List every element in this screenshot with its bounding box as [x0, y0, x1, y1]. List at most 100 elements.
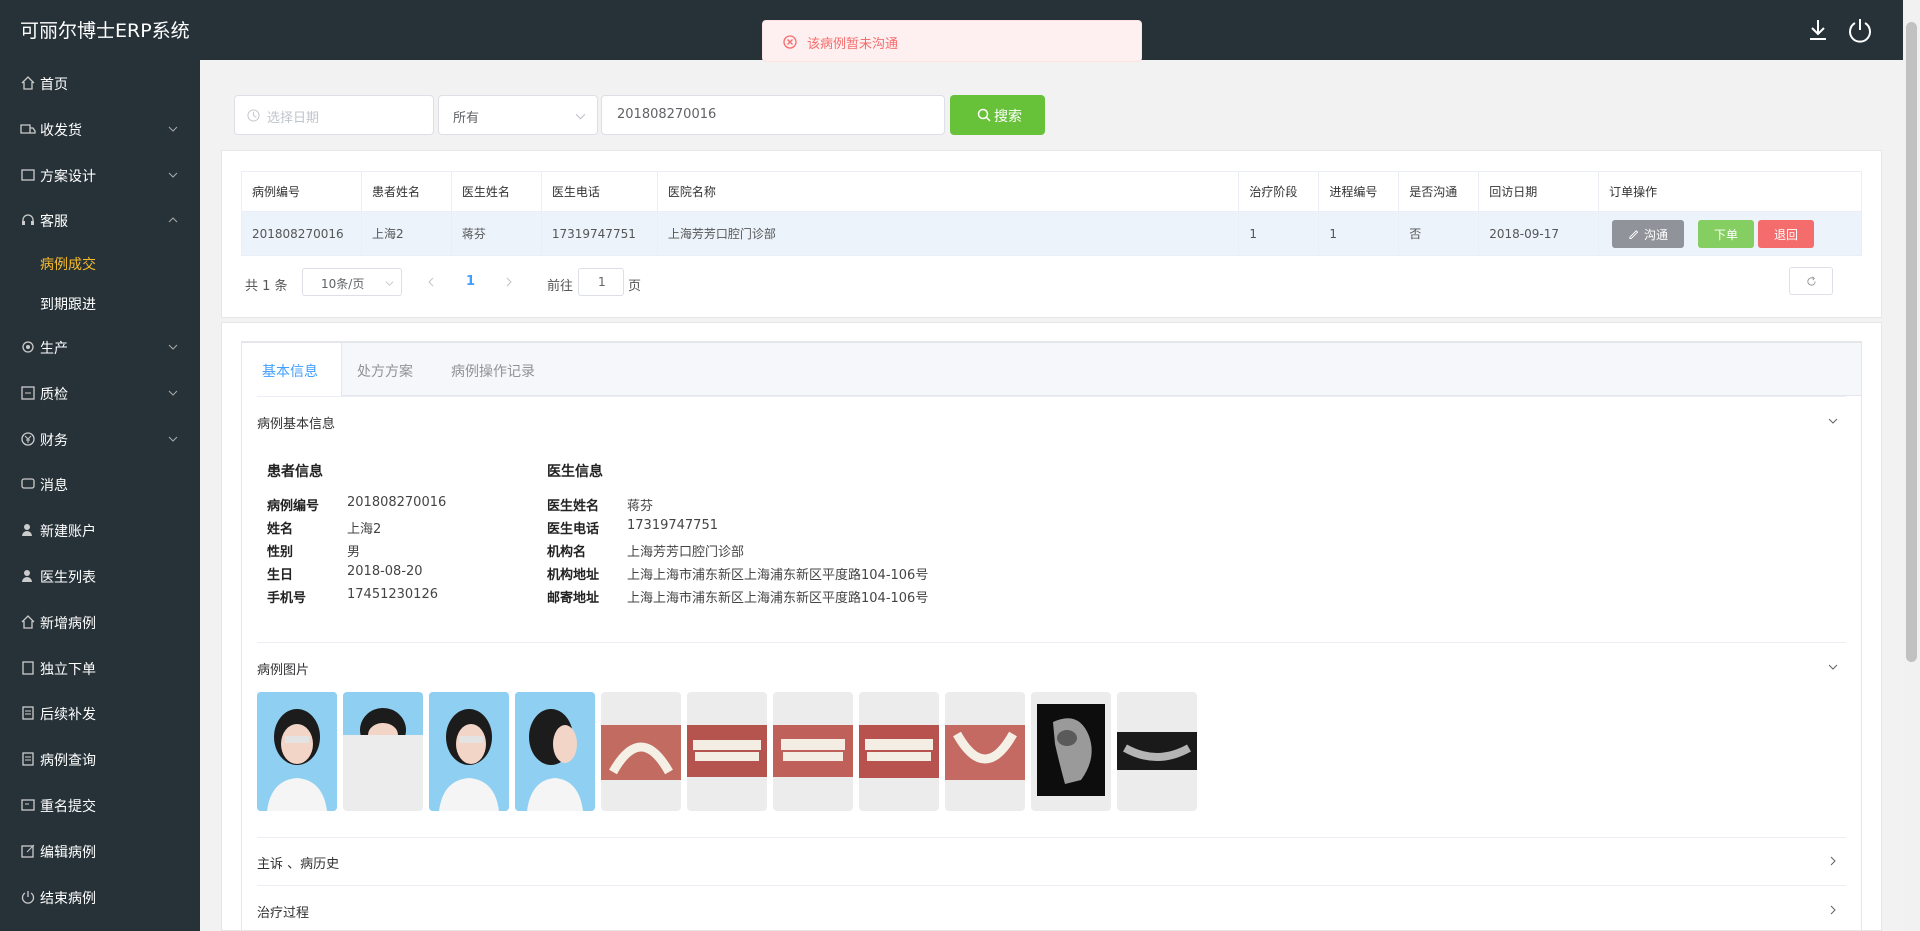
sidebar-item-messages[interactable]: 消息	[0, 464, 200, 504]
sidebar-subitem-case-deal[interactable]: 病例成交	[0, 243, 200, 283]
sidebar-item-doctor-list[interactable]: 医生列表	[0, 556, 200, 596]
communicate-button[interactable]: 沟通	[1612, 220, 1684, 248]
case-photo-thumbnail[interactable]	[1031, 692, 1111, 811]
table-header-cell: 回访日期	[1478, 171, 1600, 212]
pager-goto-prefix: 前往	[547, 279, 574, 294]
chevron-down-icon	[168, 436, 178, 442]
download-icon[interactable]	[1803, 15, 1833, 45]
prev-page-icon[interactable]	[426, 277, 436, 287]
sidebar-item-label: 客服	[40, 214, 68, 230]
case-photo-thumbnail[interactable]	[859, 692, 939, 811]
scrollbar-thumb[interactable]	[1906, 22, 1917, 662]
clock-icon	[247, 109, 260, 122]
truck-icon	[20, 124, 36, 134]
case-photo-thumbnail[interactable]	[773, 692, 853, 811]
sidebar-item-independent-order[interactable]: 独立下单	[0, 648, 200, 688]
sidebar-item-new-account[interactable]: 新建账户	[0, 510, 200, 550]
sidebar-item-home[interactable]: 首页	[0, 63, 200, 103]
sidebar-item-reissue[interactable]: 后续补发	[0, 693, 200, 733]
vertical-scrollbar[interactable]	[1903, 0, 1920, 931]
sidebar-item-duplicate-submit[interactable]: 重名提交	[0, 785, 200, 825]
patient-value: 上海2	[347, 522, 382, 537]
tab-prescription[interactable]: 处方方案	[342, 343, 436, 397]
divider	[257, 642, 1846, 643]
sidebar-item-design[interactable]: 方案设计	[0, 155, 200, 195]
submit-icon	[21, 799, 35, 811]
sidebar-subitem-expiry-followup[interactable]: 到期跟进	[0, 283, 200, 323]
sidebar-item-label: 到期跟进	[40, 297, 96, 313]
page-size-select[interactable]: 10条/页	[302, 268, 402, 296]
sidebar-item-finance[interactable]: 财务	[0, 419, 200, 459]
divider	[257, 837, 1846, 838]
home-icon	[21, 615, 35, 629]
doctor-label: 医生姓名	[547, 499, 600, 514]
table-header-cell: 治疗阶段	[1238, 171, 1320, 212]
section-images-title[interactable]: 病例图片	[257, 659, 309, 678]
return-button[interactable]: 退回	[1758, 220, 1814, 248]
sidebar-item-label: 结束病例	[40, 891, 96, 907]
divider	[257, 396, 1846, 397]
intraoral-photo	[601, 725, 681, 780]
patient-value: 男	[347, 545, 361, 560]
case-photo-thumbnail[interactable]	[429, 692, 509, 811]
table-cell: 上海芳芳口腔门诊部	[656, 211, 1240, 256]
case-photo-thumbnail[interactable]	[257, 692, 337, 811]
sidebar-item-label: 后续补发	[40, 707, 96, 723]
page-size-value: 10条/页	[321, 277, 365, 291]
table-header-cell: 医院名称	[656, 171, 1240, 212]
refresh-button[interactable]	[1789, 267, 1833, 295]
headset-icon	[22, 214, 34, 225]
section-basic-title[interactable]: 病例基本信息	[257, 413, 335, 432]
patient-value: 17451230126	[347, 587, 438, 602]
sidebar-item-close-case[interactable]: 结束病例	[0, 877, 200, 917]
case-photo-thumbnail[interactable]	[687, 692, 767, 811]
chevron-down-icon	[168, 390, 178, 396]
search-input[interactable]: 201808270016	[601, 95, 945, 135]
date-picker[interactable]: 选择日期	[234, 95, 434, 135]
sidebar: 首页 收发货 方案设计 客服 病例成交 到期跟进 生产 质检 财务 消息 新建账…	[0, 60, 200, 931]
chevron-right-icon[interactable]	[1827, 904, 1839, 916]
pager-current-page[interactable]: 1	[466, 274, 475, 289]
case-photo-thumbnail[interactable]	[601, 692, 681, 811]
intraoral-photo	[859, 725, 939, 778]
sidebar-item-service[interactable]: 客服	[0, 200, 200, 240]
order-button[interactable]: 下单	[1698, 220, 1754, 248]
case-photo-thumbnail[interactable]	[945, 692, 1025, 811]
doctor-label: 邮寄地址	[547, 591, 600, 606]
sidebar-item-edit-case[interactable]: 编辑病例	[0, 831, 200, 871]
table-header-cell: 患者姓名	[360, 171, 452, 212]
divider	[257, 885, 1846, 886]
doctor-info-title: 医生信息	[547, 464, 603, 480]
chevron-down-icon[interactable]	[1827, 661, 1839, 673]
table-header-cell: 进程编号	[1318, 171, 1400, 212]
search-button[interactable]: 搜索	[950, 95, 1045, 135]
tab-operation-log[interactable]: 病例操作记录	[436, 343, 556, 397]
user-add-icon	[22, 524, 32, 536]
chevron-down-icon	[385, 281, 394, 286]
chevron-down-icon	[575, 113, 586, 120]
pager-goto-input[interactable]: 1	[578, 268, 624, 296]
case-photo-thumbnail[interactable]	[515, 692, 595, 811]
sidebar-item-shipping[interactable]: 收发货	[0, 109, 200, 149]
sidebar-item-label: 病例查询	[40, 753, 96, 769]
section-treatment-title[interactable]: 治疗过程	[257, 902, 309, 921]
table-header-cell: 医生电话	[540, 171, 658, 212]
case-photo-thumbnail[interactable]	[1117, 692, 1197, 811]
sidebar-item-qc[interactable]: 质检	[0, 373, 200, 413]
chevron-down-icon[interactable]	[1827, 415, 1839, 427]
sidebar-item-production[interactable]: 生产	[0, 327, 200, 367]
table-cell: 1	[1318, 211, 1400, 256]
tab-basic-info[interactable]: 基本信息	[242, 343, 342, 397]
sidebar-item-case-query[interactable]: 病例查询	[0, 739, 200, 779]
sidebar-item-new-case[interactable]: 新增病例	[0, 602, 200, 642]
next-page-icon[interactable]	[504, 277, 514, 287]
search-icon	[977, 108, 991, 122]
status-select[interactable]: 所有	[438, 95, 598, 135]
power-icon[interactable]	[1845, 15, 1875, 45]
chevron-down-icon	[168, 344, 178, 350]
chevron-right-icon[interactable]	[1827, 855, 1839, 867]
design-icon	[21, 169, 35, 181]
order-icon	[22, 661, 34, 675]
section-complaint-title[interactable]: 主诉 、病历史	[257, 853, 339, 872]
case-photo-thumbnail[interactable]	[343, 692, 423, 811]
